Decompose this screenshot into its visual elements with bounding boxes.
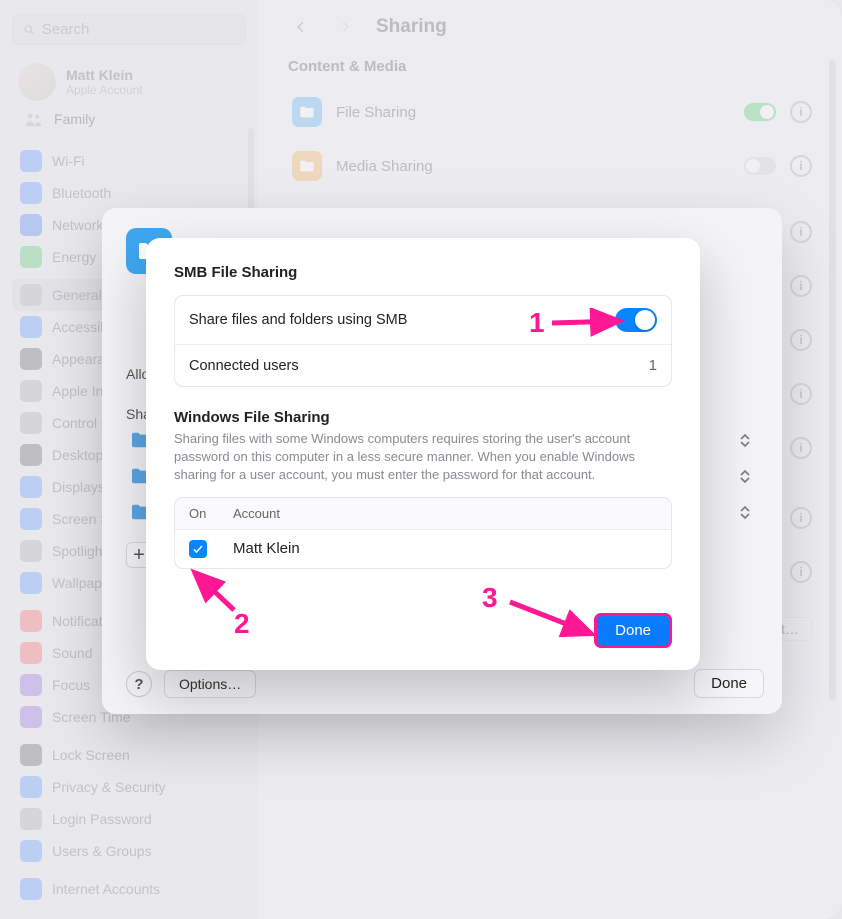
windows-accounts-card: On Account Matt Klein [174,497,672,569]
chevron-up-icon [740,469,750,476]
smb-enable-label: Share files and folders using SMB [189,312,615,328]
chevron-down-icon [740,513,750,520]
windows-sharing-heading: Windows File Sharing [174,409,672,426]
smb-options-sheet: SMB File Sharing Share files and folders… [146,238,700,670]
smb-enable-switch[interactable] [615,308,657,332]
smb-done-button[interactable]: Done [594,613,672,648]
connected-users-label: Connected users [189,358,649,374]
help-button[interactable]: ? [126,671,152,697]
windows-account-row: Matt Klein [175,530,671,568]
smb-enable-row: Share files and folders using SMB [175,296,671,344]
options-button[interactable]: Options… [164,670,256,698]
smb-card: Share files and folders using SMB Connec… [174,295,672,387]
permissions-stepper[interactable] [740,430,754,450]
annotation-2: 2 [234,608,250,640]
check-icon [192,543,204,555]
file-sharing-done-button[interactable]: Done [694,669,764,698]
chevron-down-icon [740,477,750,484]
permissions-stepper[interactable] [740,466,754,486]
chevron-up-icon [740,505,750,512]
annotation-3: 3 [482,582,498,614]
col-account: Account [233,506,280,521]
col-on: On [189,506,233,521]
windows-account-name: Matt Klein [233,540,300,557]
smb-sheet-title: SMB File Sharing [174,264,672,281]
annotation-1: 1 [529,307,545,339]
chevron-up-icon [740,433,750,440]
chevron-down-icon [740,441,750,448]
windows-sharing-desc: Sharing files with some Windows computer… [174,430,672,485]
connected-users-count: 1 [649,357,657,374]
permissions-stepper[interactable] [740,502,754,522]
windows-accounts-header: On Account [175,498,671,530]
connected-users-row: Connected users 1 [175,344,671,386]
windows-account-checkbox[interactable] [189,540,207,558]
